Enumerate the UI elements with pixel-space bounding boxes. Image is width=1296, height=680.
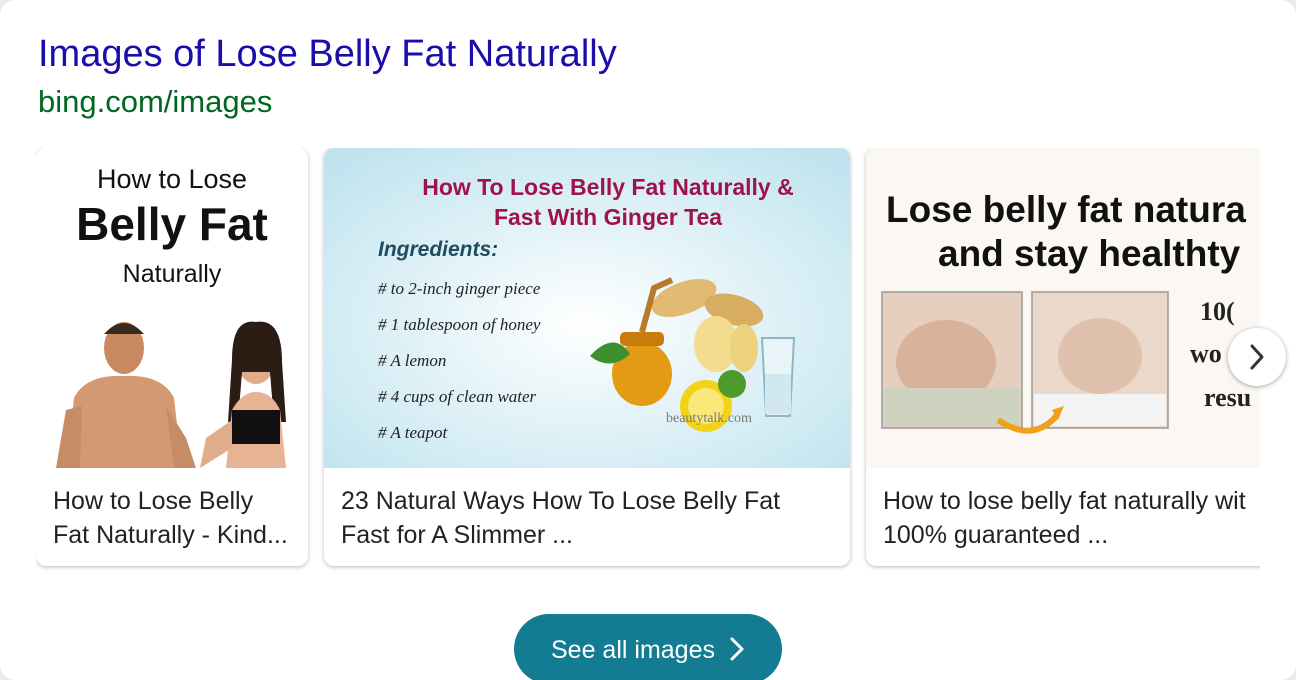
image-side-text-1: 10( [1200, 297, 1235, 326]
image-caption-2[interactable]: 23 Natural Ways How To Lose Belly Fat Fa… [341, 484, 840, 554]
image-text-line1: Lose belly fat natura [886, 189, 1246, 230]
ingredients-heading: Ingredients: [378, 238, 498, 261]
see-all-images-label: See all images [551, 636, 715, 664]
ingredient-1: # to 2-inch ginger piece [378, 279, 541, 298]
result-title-link[interactable]: Images of Lose Belly Fat Naturally [38, 30, 617, 78]
image-thumbnail-3[interactable]: Lose belly fat natura and stay healthty … [866, 148, 1260, 468]
ingredient-2: # 1 tablespoon of honey [378, 315, 541, 334]
image-card-1[interactable]: How to Lose Belly Fat Naturally How to L… [36, 148, 308, 566]
image-title-line2: Fast With Ginger Tea [494, 204, 722, 230]
image-text-line3: Naturally [123, 260, 222, 288]
carousel-next-button[interactable] [1228, 328, 1286, 386]
chevron-right-icon [1250, 344, 1264, 370]
image-caption-3[interactable]: How to lose belly fat naturally wit 100%… [883, 484, 1260, 554]
image-text-line1: How to Lose [97, 164, 247, 194]
ingredient-3: # A lemon [378, 351, 446, 370]
result-source-url: bing.com/images [38, 84, 273, 119]
image-thumbnail-2[interactable]: How To Lose Belly Fat Naturally & Fast W… [324, 148, 850, 468]
image-watermark: beautytalk.com [666, 411, 752, 426]
ingredient-4: # 4 cups of clean water [378, 387, 537, 406]
image-card-3[interactable]: Lose belly fat natura and stay healthty … [866, 148, 1260, 566]
image-caption-1[interactable]: How to Lose Belly Fat Naturally - Kind..… [53, 484, 298, 554]
belly-fat-couple-image: How to Lose Belly Fat Naturally [36, 148, 308, 468]
image-side-text-2: wo [1190, 339, 1222, 368]
ginger-tea-image: How To Lose Belly Fat Naturally & Fast W… [324, 148, 850, 468]
image-side-text-3: resu [1204, 383, 1251, 412]
image-text-line2: and stay healthty [938, 233, 1241, 274]
chevron-right-icon [730, 637, 744, 661]
image-text-line2: Belly Fat [76, 198, 268, 250]
image-thumbnail-1[interactable]: How to Lose Belly Fat Naturally [36, 148, 308, 468]
ingredient-5: # A teapot [378, 423, 449, 442]
image-answer-panel: Images of Lose Belly Fat Naturally bing.… [0, 0, 1296, 680]
belly-before-after-image: Lose belly fat natura and stay healthty … [866, 148, 1260, 468]
see-all-images-button[interactable]: See all images [514, 614, 782, 680]
image-card-2[interactable]: How To Lose Belly Fat Naturally & Fast W… [324, 148, 850, 566]
image-carousel: How to Lose Belly Fat Naturally How to L… [36, 148, 1260, 588]
image-title-line1: How To Lose Belly Fat Naturally & [422, 174, 793, 200]
